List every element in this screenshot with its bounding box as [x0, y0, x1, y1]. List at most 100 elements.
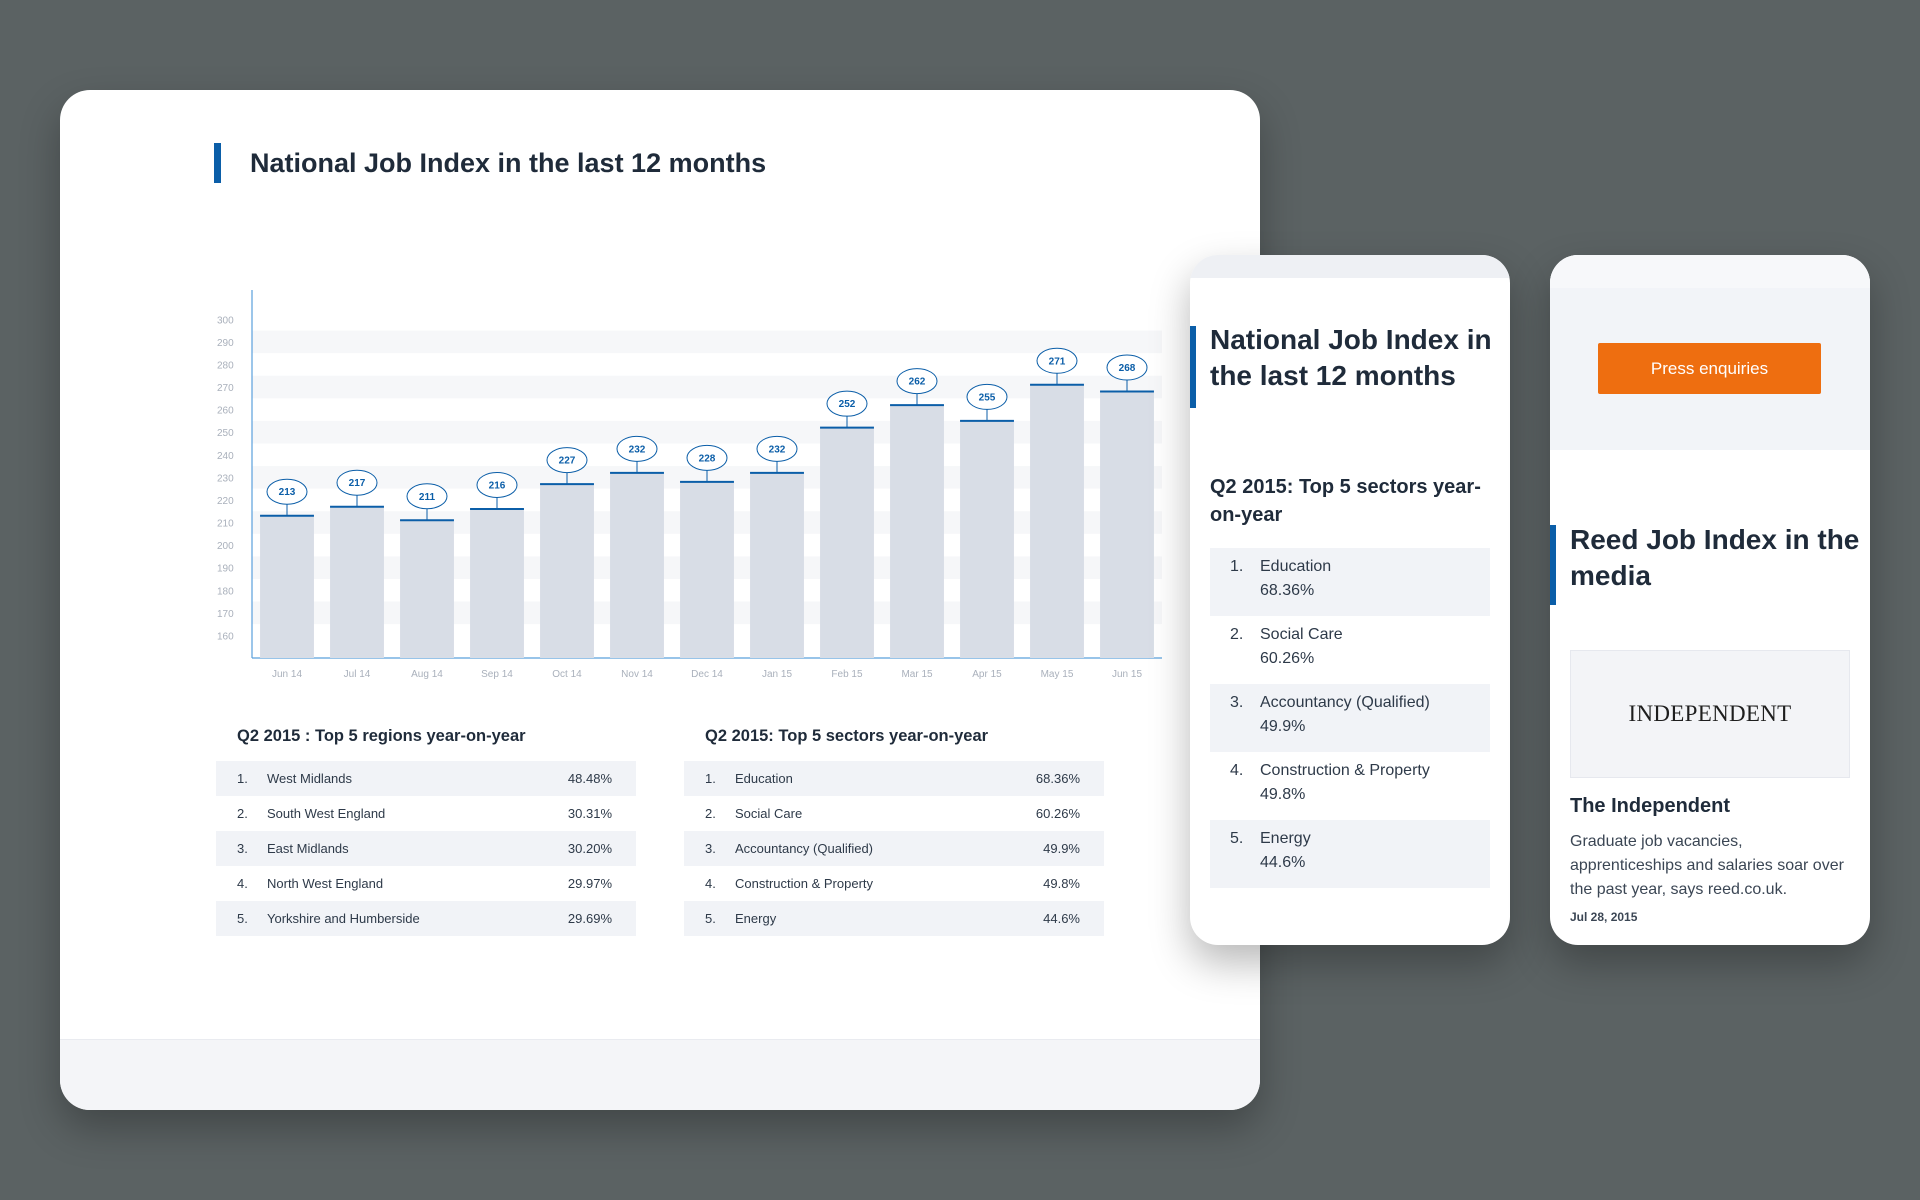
list-item-text: Social Care 60.26% [1260, 623, 1343, 684]
rank-number: 3. [705, 841, 716, 856]
bar [260, 515, 314, 658]
sector-percentage: 60.26% [1035, 806, 1080, 821]
article-description: Graduate job vacancies, apprenticeships … [1570, 833, 1844, 898]
independent-logo: INDEPENDENT [1628, 701, 1792, 726]
x-tick-label: Nov 14 [621, 669, 653, 680]
rank-number: 4. [1230, 762, 1244, 779]
table-row: 1. West Midlands 48.48% [216, 761, 636, 796]
x-tick-label: Jun 15 [1112, 669, 1142, 680]
sector-percentage: 68.36% [1260, 582, 1315, 599]
x-tick-label: Jul 14 [344, 669, 371, 680]
table-row: 3. East Midlands 30.20% [216, 831, 636, 866]
chart-title-row: National Job Index in the last 12 months [214, 143, 766, 183]
region-name: South West England [267, 806, 386, 821]
data-label: 232 [629, 444, 646, 455]
data-label: 232 [769, 444, 786, 455]
bar [750, 472, 804, 658]
x-tick-label: Jan 15 [762, 669, 792, 680]
data-label: 252 [839, 399, 856, 410]
table-row: 5. Yorkshire and Humberside 29.69% [216, 901, 636, 936]
grid-band [252, 330, 1162, 354]
bar [400, 520, 454, 658]
region-name: Yorkshire and Humberside [267, 911, 420, 926]
list-item: 2. Social Care 60.26% [1210, 616, 1490, 684]
y-tick-label: 170 [217, 609, 234, 620]
sector-percentage: 60.26% [1260, 650, 1315, 667]
list-item: 5. Energy 44.6% [1210, 820, 1490, 888]
bar [1100, 391, 1154, 658]
list-item-text: Energy 44.6% [1260, 827, 1311, 888]
y-tick-label: 280 [217, 360, 234, 371]
sectors-heading: Q2 2015: Top 5 sectors year-on-year [705, 727, 989, 745]
y-tick-label: 200 [217, 541, 234, 552]
data-label: 262 [909, 377, 926, 388]
x-tick-label: May 15 [1041, 669, 1074, 680]
list-item: 3. Accountancy (Qualified) 49.9% [1210, 684, 1490, 752]
y-tick-label: 160 [217, 631, 234, 642]
rank-number: 3. [237, 841, 248, 856]
list-item-text: Accountancy (Qualified) 49.9% [1260, 691, 1430, 752]
table-row: 3. Accountancy (Qualified) 49.9% [684, 831, 1104, 866]
rank-number: 2. [705, 806, 716, 821]
table-row: 1. Education 68.36% [684, 761, 1104, 796]
bar [890, 405, 944, 658]
grid-band [252, 420, 1162, 444]
mobile-page-title: National Job Index in the last 12 months [1210, 324, 1492, 391]
region-percentage: 29.97% [567, 876, 612, 891]
bar [470, 508, 524, 658]
rank-number: 3. [1230, 694, 1244, 711]
data-label: 216 [489, 480, 506, 491]
rank-number: 5. [237, 911, 248, 926]
list-item-text: Construction & Property 49.8% [1260, 759, 1430, 820]
y-tick-label: 190 [217, 564, 234, 575]
table-row: 4. North West England 29.97% [216, 866, 636, 901]
desktop-preview: National Job Index in the last 12 months… [60, 90, 1260, 1110]
mobile-sectors-preview: National Job Index in the last 12 months… [1190, 255, 1510, 945]
bar [1030, 384, 1084, 658]
regions-rows: 1. West Midlands 48.48% 2. South West En… [216, 761, 636, 936]
rank-number: 1. [705, 771, 716, 786]
regions-heading: Q2 2015 : Top 5 regions year-on-year [237, 727, 526, 745]
rank-number: 2. [1230, 626, 1244, 643]
region-name: West Midlands [267, 771, 353, 786]
footer-band [60, 1039, 1260, 1110]
media-title-row: Reed Job Index in the media [1550, 524, 1860, 605]
rank-number: 4. [705, 876, 716, 891]
list-item-text: Education 68.36% [1260, 555, 1331, 616]
data-label: 268 [1119, 363, 1136, 374]
sector-name: Construction & Property [1260, 762, 1430, 779]
data-label: 217 [349, 478, 366, 489]
sector-percentage: 44.6% [1043, 911, 1080, 926]
sector-percentage: 49.9% [1260, 718, 1306, 735]
sector-percentage: 44.6% [1260, 854, 1306, 871]
region-percentage: 48.48% [567, 771, 612, 786]
region-percentage: 29.69% [567, 911, 612, 926]
data-label: 255 [979, 392, 996, 403]
x-tick-label: Apr 15 [972, 669, 1002, 680]
rank-number: 4. [237, 876, 248, 891]
y-tick-label: 270 [217, 383, 234, 394]
publication-name[interactable]: The Independent [1570, 795, 1730, 818]
y-tick-label: 180 [217, 586, 234, 597]
table-row: 2. Social Care 60.26% [684, 796, 1104, 831]
sector-name: Accountancy (Qualified) [735, 841, 874, 856]
rank-number: 1. [1230, 558, 1244, 575]
press-enquiries-button[interactable]: Press enquiries [1598, 343, 1821, 394]
data-label: 211 [419, 492, 436, 503]
y-tick-label: 240 [217, 451, 234, 462]
sector-percentage: 49.8% [1043, 876, 1080, 891]
y-tick-label: 210 [217, 519, 234, 530]
bar [960, 420, 1014, 658]
y-tick-label: 290 [217, 338, 234, 349]
publication-logo-card[interactable]: INDEPENDENT [1570, 650, 1850, 778]
bar [330, 506, 384, 658]
sector-name: Energy [735, 911, 777, 926]
regions-table: Q2 2015 : Top 5 regions year-on-year 1. … [216, 727, 636, 936]
region-name: East Midlands [267, 841, 349, 856]
x-tick-label: Feb 15 [831, 669, 863, 680]
sector-percentage: 49.9% [1043, 841, 1080, 856]
sector-name: Social Care [735, 806, 803, 821]
sector-name: Accountancy (Qualified) [1260, 694, 1430, 711]
sector-percentage: 49.8% [1260, 786, 1306, 803]
region-percentage: 30.31% [567, 806, 612, 821]
